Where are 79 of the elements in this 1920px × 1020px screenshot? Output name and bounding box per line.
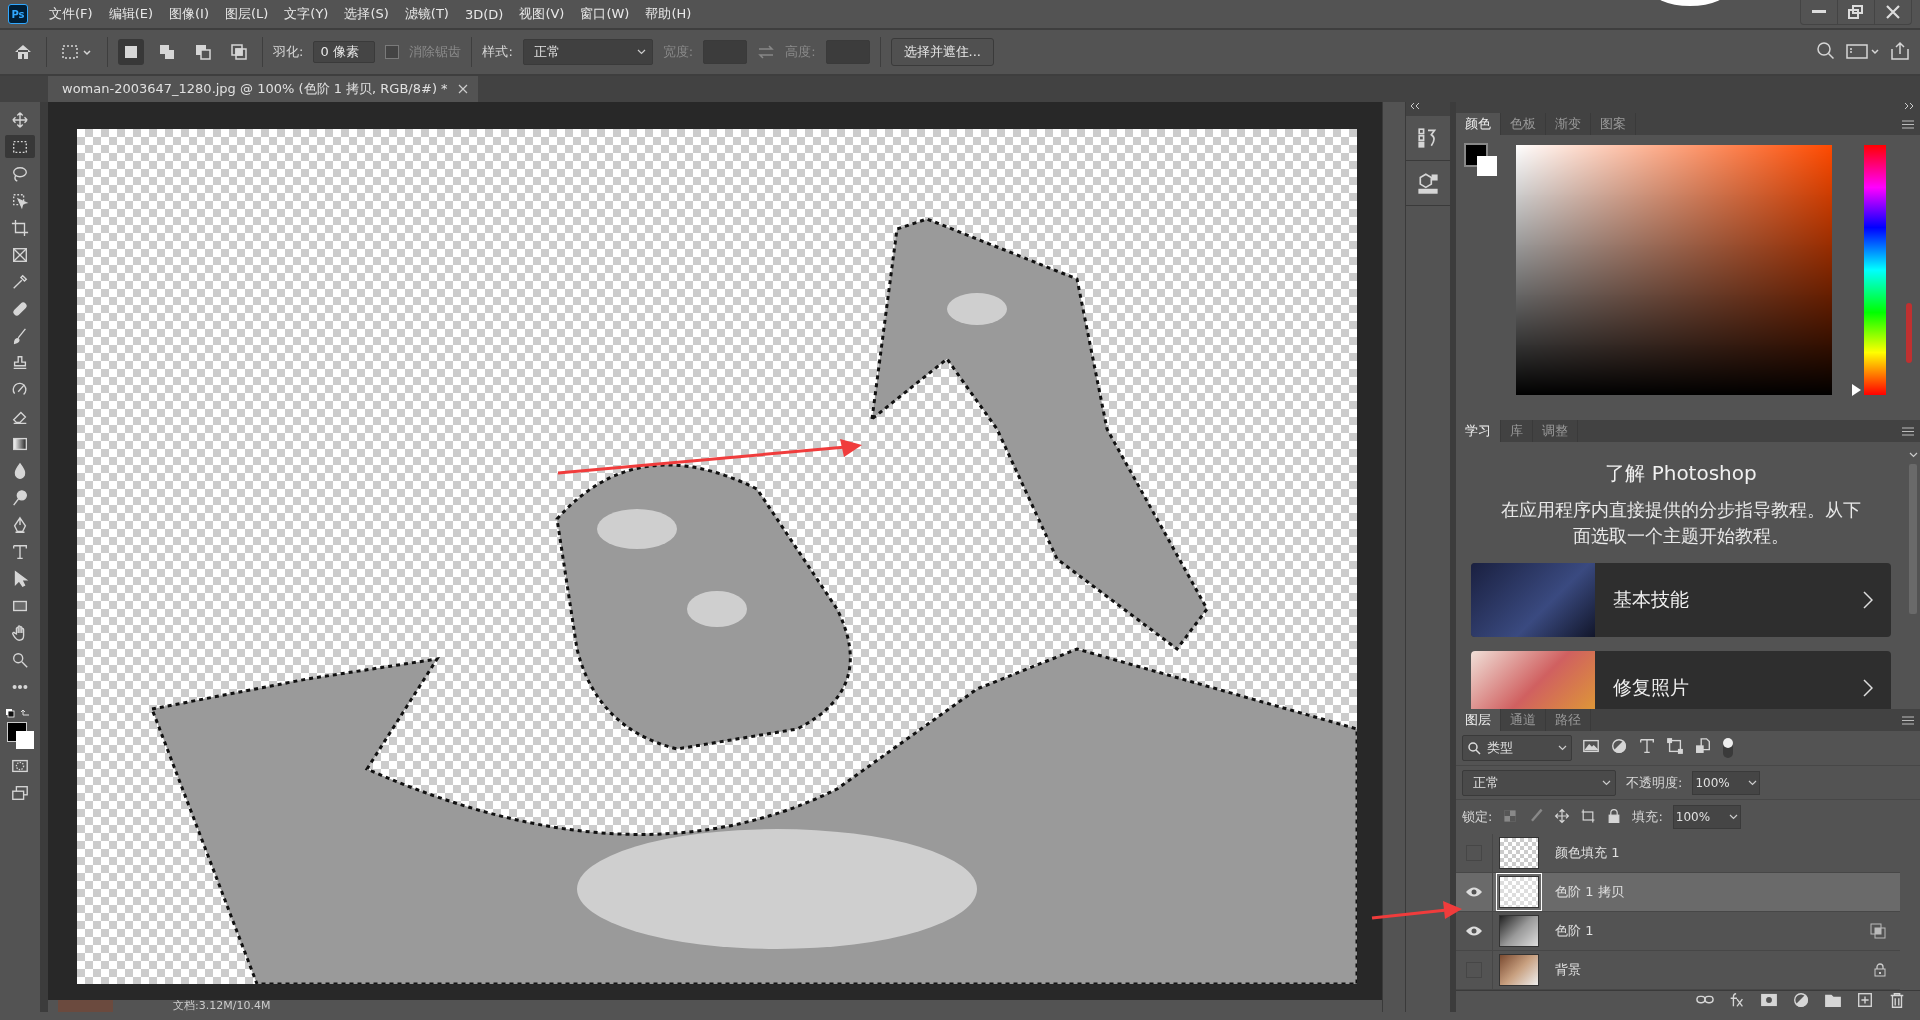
- fill-label: 填充:: [1632, 808, 1663, 827]
- layer-row[interactable]: 颜色填充 1: [1456, 834, 1900, 873]
- tutorial-card[interactable]: 修复照片: [1471, 651, 1891, 710]
- color-field[interactable]: [1515, 145, 1833, 396]
- marquee-tool-icon[interactable]: [5, 135, 35, 158]
- feather-label: 羽化:: [273, 43, 304, 61]
- layer-filter-dropdown[interactable]: 类型: [1462, 734, 1572, 761]
- layer-thumbnail: [1499, 876, 1539, 908]
- panel-tab[interactable]: 库: [1501, 420, 1533, 443]
- menu-item[interactable]: 帮助(H): [638, 3, 699, 25]
- panel-tab[interactable]: 路径: [1546, 709, 1591, 732]
- close-icon[interactable]: [1886, 5, 1900, 19]
- panel-tab[interactable]: 学习: [1456, 420, 1501, 443]
- panel-menu-icon[interactable]: [1902, 119, 1914, 129]
- filter-toggle[interactable]: [1722, 736, 1734, 759]
- document-size: 文档:3.12M/10.4M: [173, 1000, 271, 1012]
- style-label: 样式:: [482, 43, 513, 61]
- hue-slider-thumb[interactable]: [1852, 384, 1862, 397]
- chevron-icon: [1863, 679, 1873, 698]
- search-icon: [1467, 740, 1481, 755]
- menu-item[interactable]: 图像(I): [162, 3, 216, 25]
- learn-description: 在应用程序内直接提供的分步指导教程。从下面选取一个主题开始教程。: [1500, 498, 1862, 549]
- panel-tab[interactable]: 颜色: [1456, 113, 1501, 136]
- collapse-icon[interactable]: [1410, 102, 1420, 110]
- layer-thumbnail: [1499, 837, 1539, 869]
- menu-item[interactable]: 视图(V): [512, 3, 572, 25]
- caret-icon: [636, 49, 646, 55]
- fill-input[interactable]: 100%: [1672, 805, 1741, 830]
- close-icon[interactable]: [457, 84, 468, 94]
- tutorial-card[interactable]: 基本技能: [1471, 563, 1891, 638]
- select-and-mask-button[interactable]: 选择并遮住...: [890, 38, 994, 66]
- chevron-icon: [1863, 591, 1873, 610]
- caret-icon: [1728, 814, 1738, 821]
- feather-input[interactable]: 0 像素: [313, 41, 376, 63]
- menu-item[interactable]: 文字(Y): [277, 3, 336, 25]
- scrollbar[interactable]: [1906, 303, 1912, 364]
- eye-icon[interactable]: [1466, 926, 1482, 936]
- photo-placeholder: [58, 1000, 113, 1012]
- minimize-icon[interactable]: [1812, 10, 1826, 14]
- caret-icon: [1558, 744, 1567, 751]
- menu-item[interactable]: 窗口(W): [573, 3, 637, 25]
- menu-item[interactable]: 图层(L): [217, 3, 276, 25]
- opacity-input[interactable]: 100%: [1692, 770, 1761, 795]
- learn-title: 了解 Photoshop: [1605, 460, 1757, 488]
- height-input[interactable]: [825, 40, 870, 64]
- panel-menu-icon[interactable]: [1902, 426, 1914, 436]
- width-input[interactable]: [703, 40, 748, 64]
- scroll-up-icon: [1908, 452, 1918, 459]
- lock-label: 锁定:: [1462, 808, 1493, 827]
- document-tab[interactable]: woman-2003647_1280.jpg @ 100% (色阶 1 拷贝, RGB/8#) *: [48, 76, 478, 102]
- panel-menu-icon[interactable]: [1902, 715, 1914, 725]
- layer-thumbnail: [1499, 915, 1539, 947]
- layer-row[interactable]: 背景: [1456, 951, 1900, 990]
- app-logo: Ps: [8, 4, 28, 24]
- menu-item[interactable]: 编辑(E): [101, 3, 160, 25]
- expand-icon[interactable]: [1904, 102, 1914, 110]
- smart-object-icon: [1870, 923, 1886, 939]
- panel-tab[interactable]: 图层: [1456, 709, 1501, 732]
- restore-icon[interactable]: [1848, 5, 1864, 19]
- panel-tab[interactable]: 图案: [1591, 113, 1636, 136]
- layer-row[interactable]: 色阶 1: [1456, 912, 1900, 951]
- panel-tab[interactable]: 调整: [1533, 420, 1578, 443]
- panel-tab[interactable]: 色板: [1501, 113, 1546, 136]
- menu-item[interactable]: 选择(S): [337, 3, 396, 25]
- eye-icon[interactable]: [1466, 887, 1482, 897]
- menu-item[interactable]: 3D(D): [457, 4, 511, 24]
- layer-thumbnail: [1499, 954, 1539, 986]
- layer-row[interactable]: 色阶 1 拷贝: [1456, 873, 1900, 912]
- panel-tab[interactable]: 渐变: [1546, 113, 1591, 136]
- caret-icon: [1602, 779, 1611, 786]
- blend-mode-dropdown[interactable]: 正常: [1462, 769, 1616, 796]
- color-swatches[interactable]: [5, 708, 35, 750]
- panel-tab[interactable]: 通道: [1501, 709, 1546, 732]
- caret-icon: [1748, 779, 1758, 786]
- opacity-label: 不透明度:: [1626, 773, 1683, 792]
- menu-item[interactable]: 文件(F): [42, 3, 100, 25]
- style-dropdown[interactable]: 正常: [522, 39, 653, 65]
- document-title: woman-2003647_1280.jpg @ 100% (色阶 1 拷贝, RGB/8#) *: [62, 80, 448, 98]
- menu-item[interactable]: 滤镜(T): [397, 3, 456, 25]
